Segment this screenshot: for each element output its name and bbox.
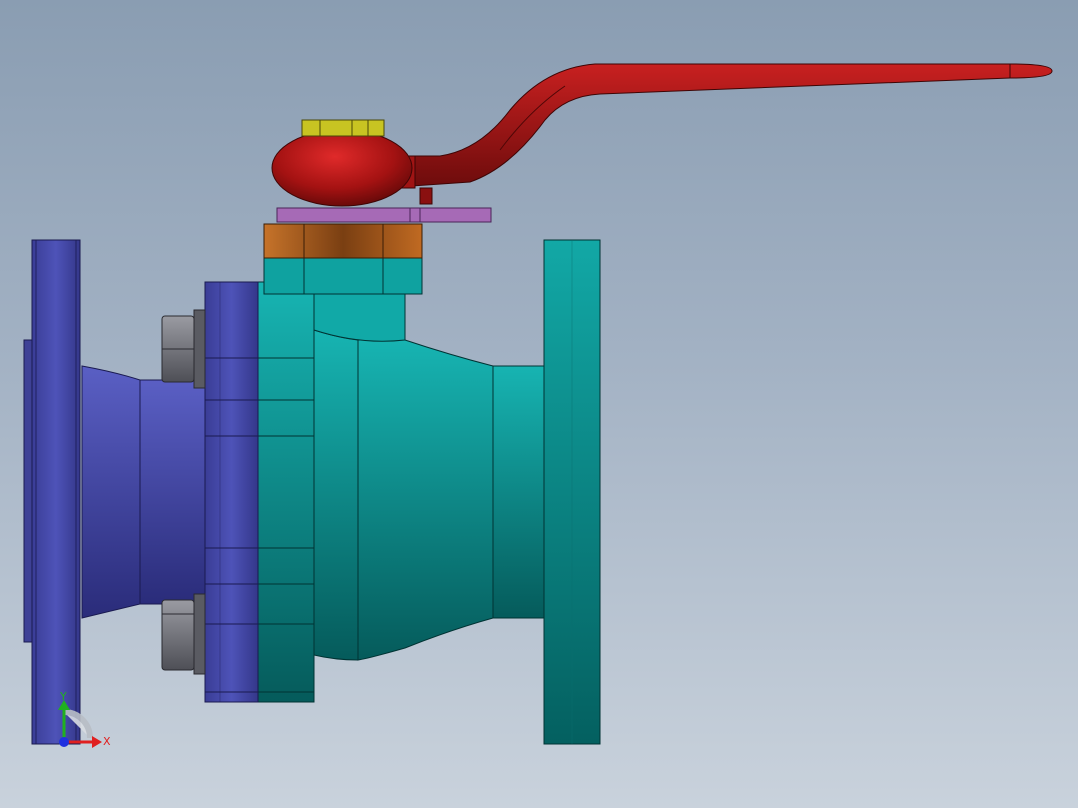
handle-lever[interactable] [384, 63, 1053, 205]
bolt-bottom[interactable] [161, 593, 206, 675]
left-body[interactable] [81, 365, 206, 619]
cad-viewport[interactable]: Y X [0, 0, 1078, 808]
packing-gland[interactable] [263, 223, 423, 259]
y-axis-label: Y [59, 690, 67, 703]
valve-body[interactable] [313, 329, 494, 661]
x-axis-label: X [103, 735, 111, 748]
handle-hub[interactable] [271, 129, 413, 207]
stem-nut[interactable] [301, 119, 385, 137]
stem-neck[interactable] [313, 289, 406, 342]
left-flange[interactable] [23, 239, 81, 745]
stop-plate[interactable] [276, 207, 492, 223]
body-cap[interactable] [204, 281, 259, 703]
ball-valve-model[interactable]: Y X [0, 0, 1078, 808]
bonnet-lower[interactable] [263, 257, 423, 295]
z-axis-dot [59, 737, 69, 747]
body-end-block[interactable] [257, 281, 315, 703]
outlet-neck[interactable] [492, 365, 545, 619]
bolt-top[interactable] [161, 309, 206, 389]
right-flange[interactable] [543, 239, 601, 745]
